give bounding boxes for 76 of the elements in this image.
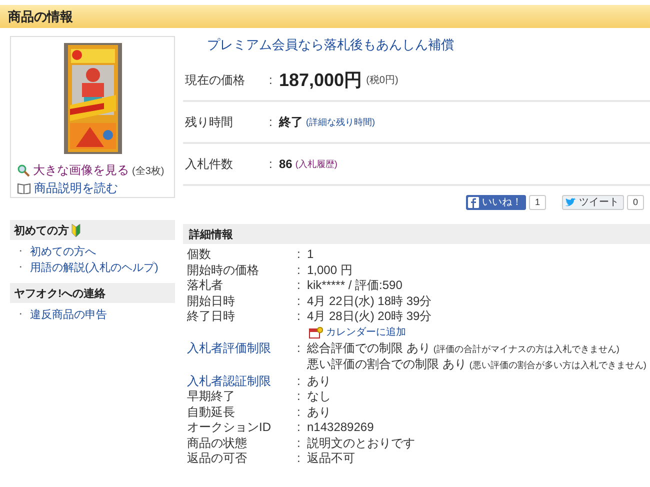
section-title: 商品の情報 (8, 8, 73, 26)
colon: : (269, 73, 274, 87)
colon: : (297, 420, 302, 436)
sidebar-title: ヤフオク!への連絡 (14, 286, 106, 300)
book-icon (17, 183, 31, 194)
field-label-link[interactable]: 入札者認証制限 (187, 374, 297, 389)
field-label: 落札者 (187, 278, 224, 294)
premium-link[interactable]: プレミアム会員なら落札後もあんしん補償 (207, 37, 454, 52)
colon: : (297, 340, 302, 356)
colon: : (297, 278, 302, 294)
like-button[interactable]: いいね！ (466, 194, 526, 210)
calendar-icon (309, 326, 323, 338)
field-note: (悪い評価の割合が多い方は入札できません) (469, 359, 646, 372)
field-value: なし (307, 389, 331, 404)
colon: : (297, 247, 302, 262)
sidebar-link[interactable]: 初めての方へ (30, 244, 96, 259)
bird-icon (564, 198, 576, 206)
magnifier-icon (17, 164, 30, 177)
image-link[interactable]: 商品説明を読む (34, 180, 118, 197)
field-value: 1,000 円 (307, 262, 352, 278)
field-label: 終了日時 (187, 309, 236, 324)
field-label: 開始日時 (187, 294, 236, 309)
colon: : (269, 157, 274, 171)
field-value: 総合評価での制限 あり (307, 340, 430, 356)
share-count: 1 (528, 194, 546, 210)
field-value: 返品不可 (307, 451, 355, 466)
field-label: 現在の価格 (185, 72, 246, 88)
colon: : (297, 262, 302, 278)
calendar-link[interactable]: カレンダーに追加 (326, 324, 406, 340)
bullet-icon: ・ (16, 261, 25, 274)
field-value: 悪い評価の割合での制限 あり (307, 357, 466, 372)
image-link[interactable]: 大きな画像を見る (33, 162, 129, 179)
field-label: オークションID (187, 420, 272, 436)
field-value: 4月 28日(火) 20時 39分 (307, 309, 432, 324)
field-label: 個数 (187, 247, 212, 262)
details-title: 詳細情報 (189, 228, 233, 242)
field-label: 自動延長 (187, 404, 236, 420)
colon: : (297, 404, 302, 420)
field-label: 入札件数 (185, 156, 234, 172)
field-value: 1 (307, 247, 314, 262)
field-label: 商品の状態 (187, 436, 248, 451)
field-label: 返品の可否 (187, 451, 248, 466)
colon: : (297, 389, 302, 404)
field-value: 86 (279, 157, 292, 171)
field-value: 終了 (279, 114, 303, 130)
detail-link[interactable]: (詳細な残り時間) (306, 116, 375, 128)
field-value: kik***** / 評価:590 (307, 278, 402, 294)
field-label: 早期終了 (187, 389, 236, 404)
sidebar-title: 初めての方 (14, 224, 69, 238)
field-value: 説明文のとおりです (307, 436, 415, 451)
bullet-icon: ・ (16, 245, 25, 258)
field-note: (評価の合計がマイナスの方は入札できません) (433, 342, 620, 356)
sidebar-link[interactable]: 用語の解説(入札のヘルプ) (30, 260, 158, 275)
field-label-link[interactable]: 入札者評価制限 (187, 340, 297, 374)
field-value: n143289269 (307, 420, 374, 436)
colon: : (297, 451, 302, 466)
colon: : (297, 309, 302, 324)
field-label: 残り時間 (185, 114, 234, 130)
beginner-mark-icon (71, 224, 81, 236)
tweet-button[interactable]: ツイート (562, 194, 624, 210)
colon: : (297, 294, 302, 309)
colon: : (269, 115, 274, 129)
tax-note: (税0円) (366, 74, 398, 87)
detail-link[interactable]: (入札履歴) (295, 158, 338, 170)
colon: : (297, 436, 302, 451)
field-label: 開始時の価格 (187, 262, 260, 278)
field-value: 4月 22日(水) 18時 39分 (307, 294, 432, 309)
bullet-icon: ・ (16, 308, 25, 321)
price-value: 187,000円 (279, 69, 362, 92)
colon: : (297, 374, 302, 389)
facebook-icon (468, 196, 479, 208)
field-value: あり (307, 404, 331, 420)
share-count: 0 (626, 194, 644, 210)
image-count: (全3枚) (132, 164, 164, 178)
sidebar-link[interactable]: 違反商品の申告 (30, 307, 107, 322)
field-value: あり (307, 374, 331, 389)
